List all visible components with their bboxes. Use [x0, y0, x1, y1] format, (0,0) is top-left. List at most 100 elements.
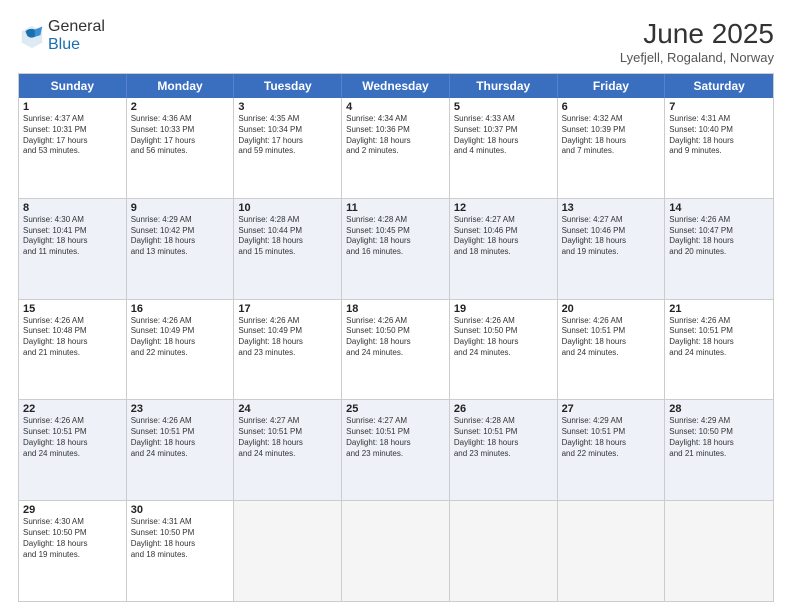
header: General Blue June 2025 Lyefjell, Rogalan… [18, 18, 774, 65]
day-num: 15 [23, 303, 122, 315]
day-num: 25 [346, 403, 445, 415]
cell-info: Sunrise: 4:35 AMSunset: 10:34 PMDaylight… [238, 114, 337, 157]
header-thursday: Thursday [450, 74, 558, 98]
cell-2: 2 Sunrise: 4:36 AMSunset: 10:33 PMDaylig… [127, 98, 235, 198]
day-num: 28 [669, 403, 769, 415]
logo-general: General [48, 18, 105, 35]
day-num: 4 [346, 101, 445, 113]
cell-25: 25 Sunrise: 4:27 AMSunset: 10:51 PMDayli… [342, 400, 450, 500]
calendar-header: Sunday Monday Tuesday Wednesday Thursday… [19, 74, 773, 98]
day-num: 16 [131, 303, 230, 315]
cell-empty-5 [665, 501, 773, 601]
cal-row-2: 8 Sunrise: 4:30 AMSunset: 10:41 PMDaylig… [19, 198, 773, 299]
cell-30: 30 Sunrise: 4:31 AMSunset: 10:50 PMDayli… [127, 501, 235, 601]
cell-info: Sunrise: 4:34 AMSunset: 10:36 PMDaylight… [346, 114, 445, 157]
cell-info: Sunrise: 4:28 AMSunset: 10:44 PMDaylight… [238, 215, 337, 258]
day-num: 27 [562, 403, 661, 415]
cell-info: Sunrise: 4:27 AMSunset: 10:46 PMDaylight… [454, 215, 553, 258]
cell-15: 15 Sunrise: 4:26 AMSunset: 10:48 PMDayli… [19, 300, 127, 400]
cell-7: 7 Sunrise: 4:31 AMSunset: 10:40 PMDaylig… [665, 98, 773, 198]
cell-22: 22 Sunrise: 4:26 AMSunset: 10:51 PMDayli… [19, 400, 127, 500]
cell-10: 10 Sunrise: 4:28 AMSunset: 10:44 PMDayli… [234, 199, 342, 299]
day-num: 29 [23, 504, 122, 516]
cell-info: Sunrise: 4:26 AMSunset: 10:49 PMDaylight… [238, 316, 337, 359]
cell-info: Sunrise: 4:37 AMSunset: 10:31 PMDaylight… [23, 114, 122, 157]
header-saturday: Saturday [665, 74, 773, 98]
cell-19: 19 Sunrise: 4:26 AMSunset: 10:50 PMDayli… [450, 300, 558, 400]
day-num: 10 [238, 202, 337, 214]
day-num: 14 [669, 202, 769, 214]
day-num: 18 [346, 303, 445, 315]
day-num: 12 [454, 202, 553, 214]
day-num: 17 [238, 303, 337, 315]
day-num: 24 [238, 403, 337, 415]
cell-info: Sunrise: 4:29 AMSunset: 10:42 PMDaylight… [131, 215, 230, 258]
cell-24: 24 Sunrise: 4:27 AMSunset: 10:51 PMDayli… [234, 400, 342, 500]
day-num: 30 [131, 504, 230, 516]
page-title: June 2025 [620, 18, 774, 50]
cell-info: Sunrise: 4:36 AMSunset: 10:33 PMDaylight… [131, 114, 230, 157]
logo-blue: Blue [48, 36, 80, 53]
day-num: 6 [562, 101, 661, 113]
cell-empty-1 [234, 501, 342, 601]
day-num: 5 [454, 101, 553, 113]
cell-info: Sunrise: 4:28 AMSunset: 10:51 PMDaylight… [454, 416, 553, 459]
cell-info: Sunrise: 4:26 AMSunset: 10:51 PMDaylight… [562, 316, 661, 359]
logo-icon [18, 22, 46, 50]
cell-info: Sunrise: 4:30 AMSunset: 10:41 PMDaylight… [23, 215, 122, 258]
logo: General Blue [18, 18, 105, 54]
title-block: June 2025 Lyefjell, Rogaland, Norway [620, 18, 774, 65]
day-num: 7 [669, 101, 769, 113]
cal-row-3: 15 Sunrise: 4:26 AMSunset: 10:48 PMDayli… [19, 299, 773, 400]
cal-row-4: 22 Sunrise: 4:26 AMSunset: 10:51 PMDayli… [19, 399, 773, 500]
cell-17: 17 Sunrise: 4:26 AMSunset: 10:49 PMDayli… [234, 300, 342, 400]
page: General Blue June 2025 Lyefjell, Rogalan… [0, 0, 792, 612]
cell-info: Sunrise: 4:30 AMSunset: 10:50 PMDaylight… [23, 517, 122, 560]
cell-info: Sunrise: 4:27 AMSunset: 10:46 PMDaylight… [562, 215, 661, 258]
cell-21: 21 Sunrise: 4:26 AMSunset: 10:51 PMDayli… [665, 300, 773, 400]
cell-info: Sunrise: 4:26 AMSunset: 10:51 PMDaylight… [23, 416, 122, 459]
day-num: 21 [669, 303, 769, 315]
header-monday: Monday [127, 74, 235, 98]
cell-12: 12 Sunrise: 4:27 AMSunset: 10:46 PMDayli… [450, 199, 558, 299]
cell-empty-4 [558, 501, 666, 601]
cell-28: 28 Sunrise: 4:29 AMSunset: 10:50 PMDayli… [665, 400, 773, 500]
cell-info: Sunrise: 4:26 AMSunset: 10:51 PMDaylight… [131, 416, 230, 459]
header-friday: Friday [558, 74, 666, 98]
calendar-body: 1 Sunrise: 4:37 AMSunset: 10:31 PMDaylig… [19, 98, 773, 601]
day-num: 13 [562, 202, 661, 214]
cell-26: 26 Sunrise: 4:28 AMSunset: 10:51 PMDayli… [450, 400, 558, 500]
cell-6: 6 Sunrise: 4:32 AMSunset: 10:39 PMDaylig… [558, 98, 666, 198]
cell-5: 5 Sunrise: 4:33 AMSunset: 10:37 PMDaylig… [450, 98, 558, 198]
cal-row-5: 29 Sunrise: 4:30 AMSunset: 10:50 PMDayli… [19, 500, 773, 601]
cell-info: Sunrise: 4:27 AMSunset: 10:51 PMDaylight… [346, 416, 445, 459]
day-num: 1 [23, 101, 122, 113]
cell-4: 4 Sunrise: 4:34 AMSunset: 10:36 PMDaylig… [342, 98, 450, 198]
cell-empty-3 [450, 501, 558, 601]
day-num: 2 [131, 101, 230, 113]
cell-info: Sunrise: 4:29 AMSunset: 10:51 PMDaylight… [562, 416, 661, 459]
day-num: 23 [131, 403, 230, 415]
day-num: 22 [23, 403, 122, 415]
cell-info: Sunrise: 4:26 AMSunset: 10:47 PMDaylight… [669, 215, 769, 258]
cell-29: 29 Sunrise: 4:30 AMSunset: 10:50 PMDayli… [19, 501, 127, 601]
cell-3: 3 Sunrise: 4:35 AMSunset: 10:34 PMDaylig… [234, 98, 342, 198]
cell-13: 13 Sunrise: 4:27 AMSunset: 10:46 PMDayli… [558, 199, 666, 299]
cell-9: 9 Sunrise: 4:29 AMSunset: 10:42 PMDaylig… [127, 199, 235, 299]
header-sunday: Sunday [19, 74, 127, 98]
cell-empty-2 [342, 501, 450, 601]
cell-info: Sunrise: 4:26 AMSunset: 10:48 PMDaylight… [23, 316, 122, 359]
day-num: 20 [562, 303, 661, 315]
day-num: 26 [454, 403, 553, 415]
cell-info: Sunrise: 4:26 AMSunset: 10:49 PMDaylight… [131, 316, 230, 359]
cell-info: Sunrise: 4:26 AMSunset: 10:51 PMDaylight… [669, 316, 769, 359]
day-num: 11 [346, 202, 445, 214]
cell-20: 20 Sunrise: 4:26 AMSunset: 10:51 PMDayli… [558, 300, 666, 400]
cell-info: Sunrise: 4:29 AMSunset: 10:50 PMDaylight… [669, 416, 769, 459]
page-subtitle: Lyefjell, Rogaland, Norway [620, 50, 774, 65]
cell-info: Sunrise: 4:33 AMSunset: 10:37 PMDaylight… [454, 114, 553, 157]
cell-11: 11 Sunrise: 4:28 AMSunset: 10:45 PMDayli… [342, 199, 450, 299]
calendar: Sunday Monday Tuesday Wednesday Thursday… [18, 73, 774, 602]
cell-info: Sunrise: 4:32 AMSunset: 10:39 PMDaylight… [562, 114, 661, 157]
cal-row-1: 1 Sunrise: 4:37 AMSunset: 10:31 PMDaylig… [19, 98, 773, 198]
